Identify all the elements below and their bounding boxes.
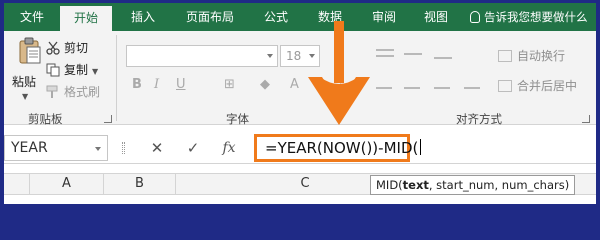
fill-color-icon[interactable]: ◆ [260, 77, 270, 92]
merge-center-icon [498, 80, 512, 92]
tooltip-current-arg[interactable]: text [403, 178, 429, 192]
format-painter-label: 格式刷 [64, 85, 101, 99]
wrap-text-button[interactable]: 自动换行 [498, 47, 565, 65]
right-align-icon[interactable] [434, 87, 450, 89]
alignment-group-label: 对齐方式 [456, 112, 502, 126]
column-header-a[interactable]: A [30, 174, 104, 194]
tab-insert[interactable]: 插入 [118, 3, 168, 31]
borders-icon[interactable]: ⊞ [224, 77, 235, 92]
splitter-handle[interactable] [122, 142, 125, 154]
italic-icon[interactable]: I [154, 77, 159, 92]
paste-icon[interactable] [18, 37, 42, 65]
clipboard-group-label: 剪贴板 [28, 112, 63, 126]
function-tooltip: MID(text, start_num, num_chars) [370, 175, 576, 195]
ribbon-home: 粘贴 ▼ 剪切 复制 ▼ 格式刷 剪贴板 18 B I U ⊞ ◆ A 字体 自… [4, 31, 596, 126]
insert-function-icon[interactable]: fx [218, 137, 240, 159]
text-cursor [420, 139, 422, 155]
column-header-b[interactable]: B [104, 174, 176, 194]
middle-align-icon[interactable] [404, 53, 422, 55]
name-box-value: YEAR [11, 140, 48, 156]
annotation-arrow-icon [308, 21, 370, 125]
scissors-icon [46, 41, 60, 55]
tab-home[interactable]: 开始 [60, 6, 112, 31]
enter-icon[interactable]: ✓ [182, 137, 204, 159]
cancel-icon[interactable]: ✕ [146, 137, 168, 159]
underline-icon[interactable]: U [176, 77, 186, 92]
tab-page-layout[interactable]: 页面布局 [174, 3, 246, 31]
font-size-value: 18 [286, 49, 302, 63]
merge-center-button[interactable]: 合并后居中 [498, 77, 577, 95]
paste-dropdown-icon[interactable]: ▼ [22, 92, 28, 101]
name-box-dropdown-icon[interactable] [95, 147, 101, 151]
font-group-label: 字体 [226, 112, 249, 126]
cut-button[interactable]: 剪切 [46, 39, 88, 57]
wrap-text-label: 自动换行 [517, 49, 566, 63]
formula-bar: YEAR ✕ ✓ fx =YEAR(NOW())-MID( [4, 132, 596, 164]
alignment-launcher-icon[interactable] [582, 115, 590, 123]
bold-icon[interactable]: B [132, 77, 142, 92]
indent-icon[interactable] [464, 87, 480, 89]
clipboard-launcher-icon[interactable] [104, 115, 112, 123]
excel-window: 文件 开始 插入 页面布局 公式 数据 审阅 视图 告诉我您想要做什么 粘贴 ▼ [4, 3, 596, 204]
tell-me-box[interactable]: 告诉我您想要做什么 [470, 3, 588, 31]
paste-button[interactable]: 粘贴 [12, 73, 36, 90]
formula-text: =YEAR(NOW())-MID( [265, 139, 419, 157]
formula-input[interactable]: =YEAR(NOW())-MID( [254, 134, 422, 162]
format-painter-button[interactable]: 格式刷 [46, 83, 100, 101]
wrap-text-icon [498, 50, 512, 62]
select-all-corner[interactable] [4, 174, 30, 194]
tab-file[interactable]: 文件 [8, 3, 56, 31]
font-color-icon[interactable]: A [290, 77, 299, 92]
tell-me-text: 告诉我您想要做什么 [484, 10, 588, 24]
center-align-icon[interactable] [404, 87, 420, 89]
name-box[interactable]: YEAR [4, 135, 108, 161]
copy-dropdown-icon[interactable]: ▼ [92, 67, 98, 76]
bottom-align-icon[interactable] [434, 57, 452, 59]
tooltip-other-args: , start_num, num_chars) [428, 178, 570, 192]
copy-icon [46, 63, 60, 77]
merge-center-label: 合并后居中 [517, 79, 578, 93]
ribbon-tab-bar: 文件 开始 插入 页面布局 公式 数据 审阅 视图 告诉我您想要做什么 [4, 3, 596, 31]
copy-button[interactable]: 复制 ▼ [46, 61, 98, 79]
format-painter-icon [46, 85, 60, 99]
tab-view[interactable]: 视图 [412, 3, 460, 31]
left-align-icon[interactable] [376, 87, 392, 89]
copy-label: 复制 [64, 63, 89, 77]
cut-label: 剪切 [64, 41, 89, 55]
font-name-input[interactable] [126, 45, 278, 67]
top-align-icon-line [376, 55, 394, 57]
top-align-icon[interactable] [376, 49, 394, 51]
font-name-dropdown-icon[interactable] [267, 54, 273, 58]
lightbulb-icon [470, 11, 480, 23]
group-divider [116, 35, 117, 121]
tab-formulas[interactable]: 公式 [252, 3, 300, 31]
tooltip-function[interactable]: MID( [376, 178, 403, 192]
